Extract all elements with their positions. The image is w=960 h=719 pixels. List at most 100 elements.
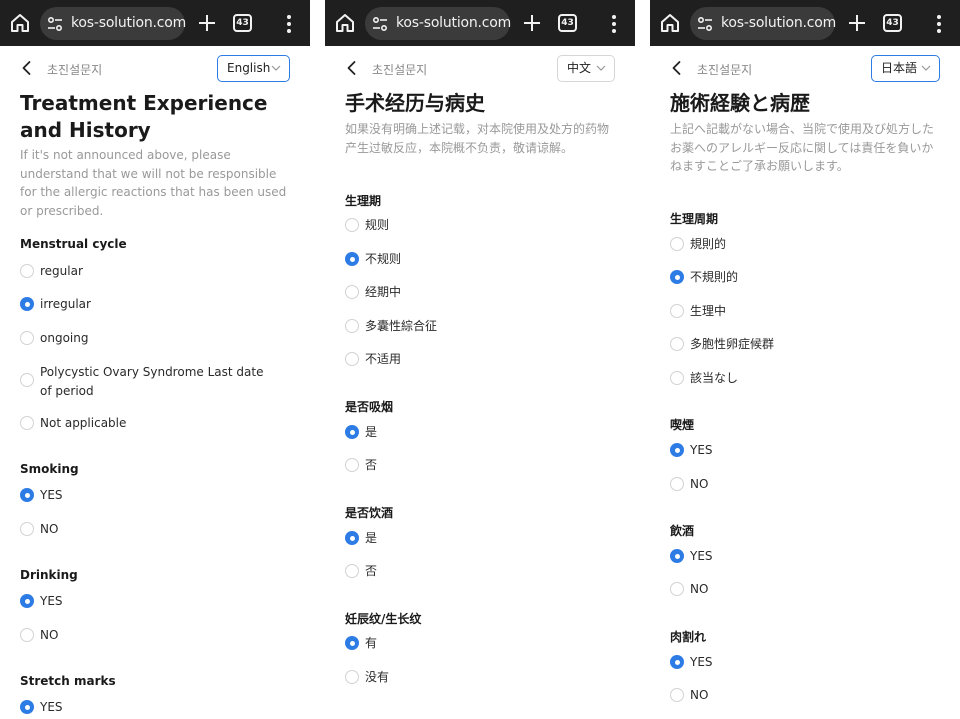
new-tab-icon[interactable] <box>846 12 868 34</box>
radio-option-label: irregular <box>40 297 91 311</box>
radio-unchecked-icon[interactable] <box>670 688 684 702</box>
radio-option[interactable]: 不规则 <box>345 248 605 270</box>
radio-option[interactable]: 经期中 <box>345 281 605 303</box>
url-text: kos-solution.com <box>396 15 512 31</box>
more-menu-icon[interactable] <box>281 13 297 35</box>
radio-unchecked-icon[interactable] <box>670 477 684 491</box>
radio-option[interactable]: NO <box>20 518 280 540</box>
radio-checked-icon[interactable] <box>670 443 684 457</box>
radio-option[interactable]: NO <box>20 624 280 646</box>
breadcrumb: 초진설문지 <box>372 63 428 77</box>
radio-checked-icon[interactable] <box>670 549 684 563</box>
site-settings-icon[interactable] <box>46 15 64 33</box>
radio-option-label: YES <box>40 594 63 608</box>
radio-option[interactable]: 多胞性卵症候群 <box>670 333 930 355</box>
radio-option[interactable]: 没有 <box>345 666 605 688</box>
radio-checked-icon[interactable] <box>20 488 34 502</box>
radio-option[interactable]: regular <box>20 260 280 282</box>
radio-unchecked-icon[interactable] <box>670 582 684 596</box>
radio-checked-icon[interactable] <box>345 531 359 545</box>
radio-option[interactable]: 否 <box>345 560 605 582</box>
radio-option[interactable]: YES <box>20 484 280 506</box>
radio-unchecked-icon[interactable] <box>20 331 34 345</box>
radio-option-label: YES <box>690 443 713 457</box>
radio-checked-icon[interactable] <box>345 636 359 650</box>
radio-unchecked-icon[interactable] <box>20 522 34 536</box>
radio-option[interactable]: NO <box>670 578 930 600</box>
radio-option[interactable]: NO <box>670 684 930 706</box>
page-title: 手术经历与病史 <box>345 91 485 115</box>
radio-unchecked-icon[interactable] <box>20 264 34 278</box>
radio-checked-icon[interactable] <box>670 655 684 669</box>
radio-option[interactable]: 是 <box>345 527 605 549</box>
radio-checked-icon[interactable] <box>670 270 684 284</box>
radio-option[interactable]: NO <box>670 473 930 495</box>
address-bar[interactable]: kos-solution.com <box>365 7 512 40</box>
radio-unchecked-icon[interactable] <box>345 319 359 333</box>
radio-unchecked-icon[interactable] <box>345 564 359 578</box>
radio-checked-icon[interactable] <box>20 594 34 608</box>
tab-switcher-button[interactable]: 43 <box>883 14 902 32</box>
radio-option[interactable]: 生理中 <box>670 300 930 322</box>
radio-unchecked-icon[interactable] <box>670 337 684 351</box>
radio-unchecked-icon[interactable] <box>345 285 359 299</box>
radio-option[interactable]: 是 <box>345 421 605 443</box>
radio-option-label: Not applicable <box>40 416 127 430</box>
language-select[interactable]: 日本語 <box>871 55 940 82</box>
radio-option[interactable]: 規則的 <box>670 233 930 255</box>
radio-unchecked-icon[interactable] <box>670 237 684 251</box>
radio-unchecked-icon[interactable] <box>345 458 359 472</box>
radio-option-label: NO <box>690 477 709 491</box>
more-menu-icon[interactable] <box>606 13 622 35</box>
radio-option[interactable]: Not applicable <box>20 412 280 434</box>
new-tab-icon[interactable] <box>521 12 543 34</box>
radio-option[interactable]: YES <box>670 651 930 673</box>
home-icon[interactable] <box>333 11 357 35</box>
radio-unchecked-icon[interactable] <box>345 352 359 366</box>
radio-option[interactable]: 否 <box>345 454 605 476</box>
tab-switcher-button[interactable]: 43 <box>233 14 252 32</box>
radio-checked-icon[interactable] <box>20 297 34 311</box>
radio-option-label: YES <box>690 655 713 669</box>
language-select[interactable]: English <box>217 55 290 82</box>
back-arrow-icon[interactable] <box>18 59 36 77</box>
radio-unchecked-icon[interactable] <box>670 371 684 385</box>
site-settings-icon[interactable] <box>696 15 714 33</box>
site-settings-icon[interactable] <box>371 15 389 33</box>
radio-option[interactable]: YES <box>670 439 930 461</box>
new-tab-icon[interactable] <box>196 12 218 34</box>
more-menu-icon[interactable] <box>931 13 947 35</box>
radio-option[interactable]: YES <box>670 545 930 567</box>
address-bar[interactable]: kos-solution.com <box>690 7 836 40</box>
radio-unchecked-icon[interactable] <box>345 218 359 232</box>
radio-option-label: 有 <box>365 636 378 650</box>
tab-switcher-button[interactable]: 43 <box>558 14 577 32</box>
radio-checked-icon[interactable] <box>345 252 359 266</box>
breadcrumb: 초진설문지 <box>697 63 753 77</box>
home-icon[interactable] <box>8 11 32 35</box>
radio-option[interactable]: irregular <box>20 293 280 315</box>
radio-option[interactable]: 不适用 <box>345 348 605 370</box>
language-select[interactable]: 中文 <box>557 55 615 82</box>
radio-unchecked-icon[interactable] <box>670 304 684 318</box>
radio-option[interactable]: YES <box>20 590 280 612</box>
radio-option[interactable]: ongoing <box>20 327 280 349</box>
address-bar[interactable]: kos-solution.com <box>40 7 186 40</box>
radio-option-label: 规则 <box>365 218 390 232</box>
back-arrow-icon[interactable] <box>668 59 686 77</box>
radio-unchecked-icon[interactable] <box>20 373 34 387</box>
radio-unchecked-icon[interactable] <box>20 628 34 642</box>
radio-option[interactable]: 該当なし <box>670 367 930 389</box>
radio-option[interactable]: Polycystic Ovary Syndrome Last date of p… <box>20 361 280 401</box>
radio-checked-icon[interactable] <box>20 700 34 714</box>
radio-unchecked-icon[interactable] <box>20 416 34 430</box>
radio-checked-icon[interactable] <box>345 425 359 439</box>
radio-option[interactable]: 规则 <box>345 214 605 236</box>
back-arrow-icon[interactable] <box>343 59 361 77</box>
radio-option[interactable]: 多囊性綜合征 <box>345 315 605 337</box>
home-icon[interactable] <box>658 11 682 35</box>
radio-option[interactable]: YES <box>20 696 280 718</box>
radio-option[interactable]: 不規則的 <box>670 266 930 288</box>
radio-unchecked-icon[interactable] <box>345 670 359 684</box>
radio-option[interactable]: 有 <box>345 632 605 654</box>
